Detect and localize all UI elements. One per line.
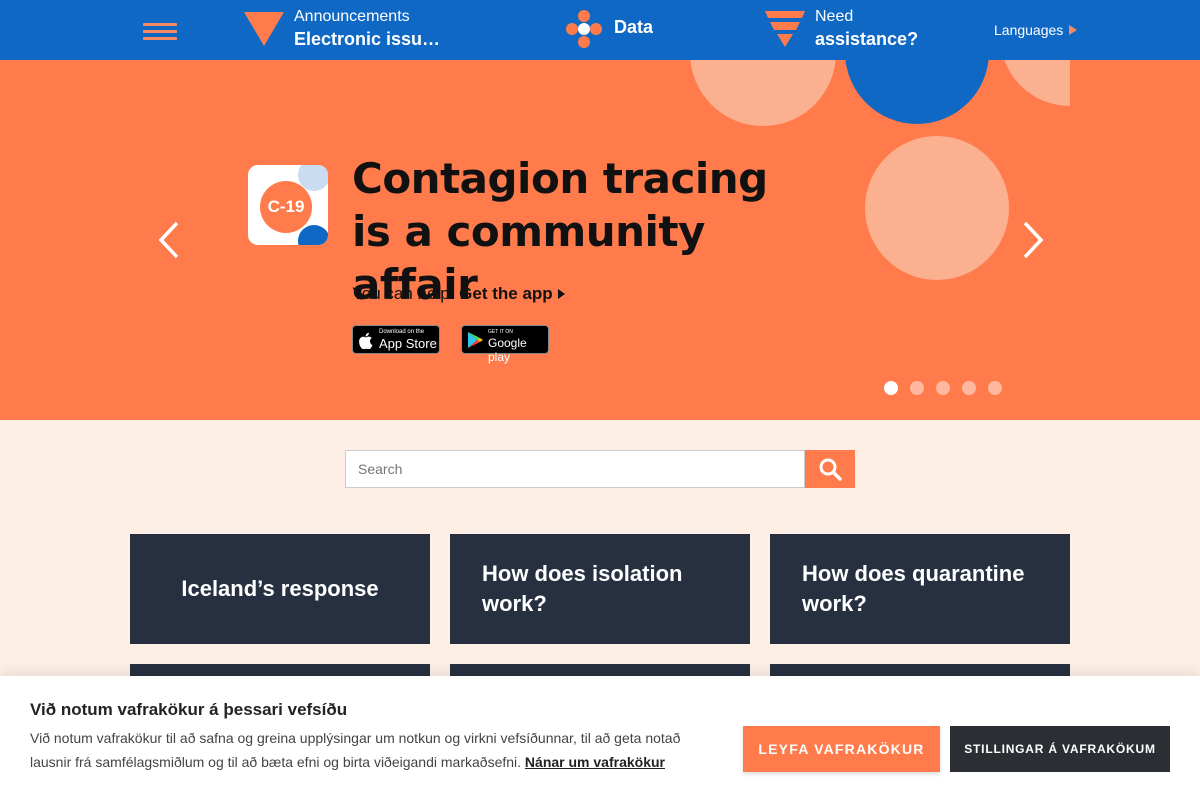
assistance-funnel-icon [765,11,805,47]
allow-cookies-button[interactable]: LEYFA VAFRAKÖKUR [743,726,940,772]
card-quarantine[interactable]: How does quarantine work? [770,534,1070,644]
decor-circle [865,136,1009,280]
cookie-settings-button[interactable]: STILLINGAR Á VAFRAKÖKUM [950,726,1170,772]
decor-circle [690,60,836,126]
assistance-link[interactable]: assistance? [815,29,918,50]
menu-icon[interactable] [143,23,177,41]
search-input[interactable] [345,450,805,488]
slide-dot[interactable] [936,381,950,395]
announcements-triangle-icon [244,12,284,46]
next-slide-button[interactable] [1017,220,1047,260]
card-label: How does quarantine work? [802,561,1025,616]
card-label: Iceland’s response [181,576,379,601]
announcements-label[interactable]: Announcements [294,8,410,26]
cookie-text-block: Við notum vafrakökur til að safna og gre… [30,726,700,774]
need-label[interactable]: Need [815,8,853,26]
data-dots-icon [566,10,602,48]
languages-label: Languages [994,22,1064,38]
arrow-right-icon [1069,25,1078,35]
card-label: How does isolation work? [482,561,683,616]
previous-slide-button[interactable] [155,220,185,260]
get-app-link[interactable]: Get the app [459,284,553,303]
decor-circle [1000,60,1070,106]
search-bar [345,450,855,488]
top-navigation: Announcements Electronic issu… Data Need… [0,0,1200,60]
cookie-banner: Við notum vafrakökur á þessari vefsíðu V… [0,676,1200,800]
google-play-button[interactable]: GET IT ON Google play [461,325,549,364]
card-icelands-response[interactable]: Iceland’s response [130,534,430,644]
help-text: You can help. [352,284,455,303]
card-isolation[interactable]: How does isolation work? [450,534,750,644]
slide-dot[interactable] [988,381,1002,395]
app-store-button[interactable]: Download on the App Store [352,325,440,354]
googleplay-small-text: GET IT ON [488,329,513,335]
cookie-more-info-link[interactable]: Nánar um vafrakökur [525,754,665,770]
search-button[interactable] [805,450,855,488]
appstore-small-text: Download on the [379,329,425,335]
apple-icon [359,332,373,349]
slide-dot[interactable] [884,381,898,395]
cookie-title: Við notum vafrakökur á þessari vefsíðu [30,700,348,719]
google-play-icon [468,332,483,348]
decor-circle [845,60,989,124]
slide-dot[interactable] [962,381,976,395]
languages-menu[interactable]: Languages [994,22,1078,38]
hero-carousel: C-19 Contagion tracing is a community af… [0,60,1200,420]
hero-subtext: You can help. Get the app [352,284,565,304]
announcements-item-link[interactable]: Electronic issu… [294,29,444,50]
play-arrow-icon [557,289,565,299]
search-icon [819,458,842,481]
decor-circle-clip [1000,60,1070,106]
logo-text: C-19 [267,197,305,216]
appstore-big-text: App Store [379,336,437,351]
c19-app-logo: C-19 [248,165,328,245]
googleplay-big-text: Google play [488,336,527,364]
slide-dot[interactable] [910,381,924,395]
data-link[interactable]: Data [614,17,653,38]
carousel-indicators [884,381,1014,400]
